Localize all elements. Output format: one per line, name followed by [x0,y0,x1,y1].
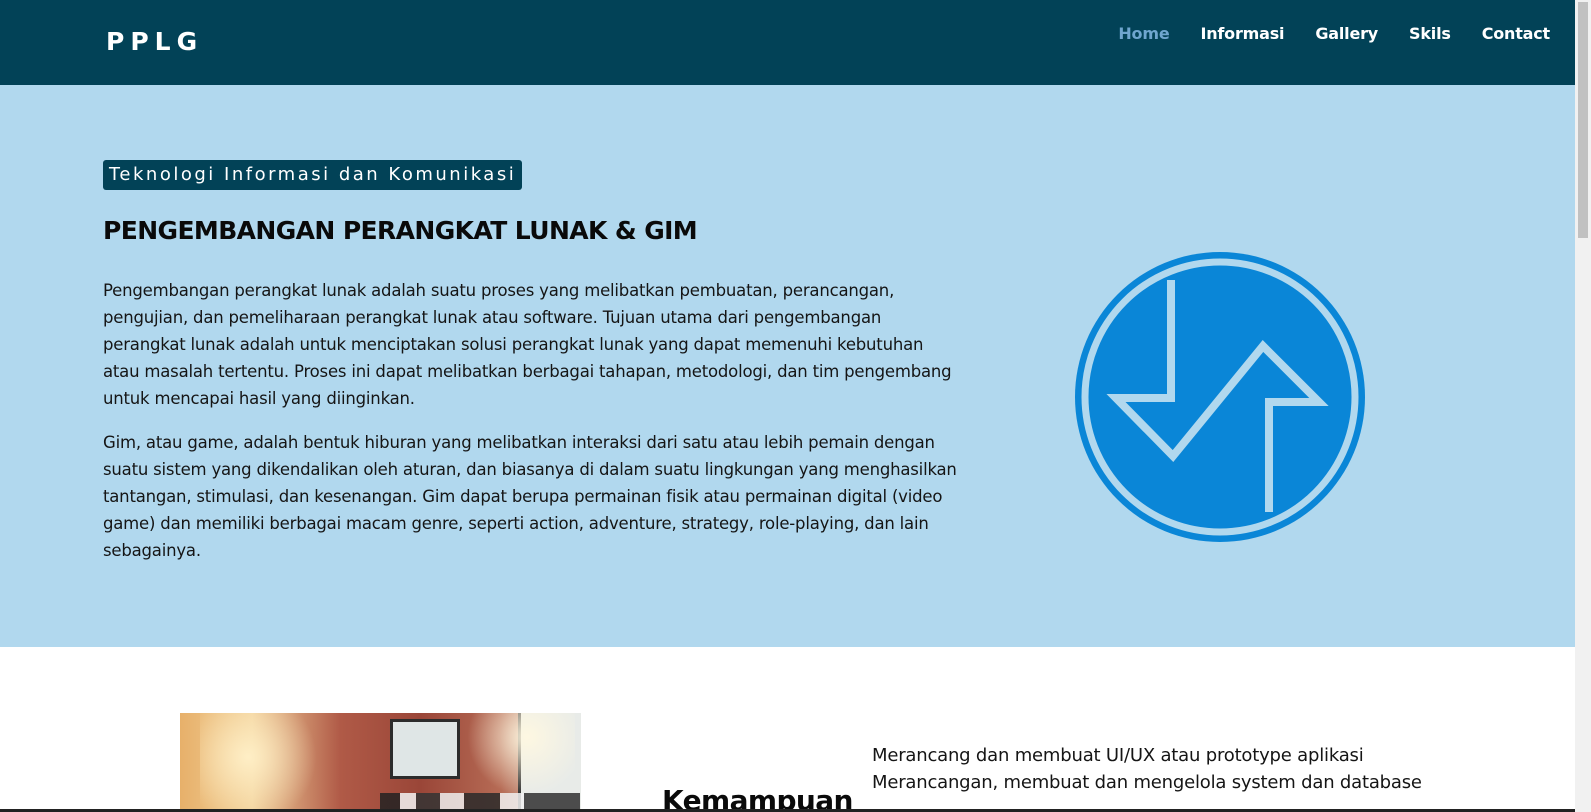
category-tag: Teknologi Informasi dan Komunikasi [103,160,523,190]
skills-section: Kemampuan Merancang dan membuat UI/UX at… [0,647,1575,812]
page: PPLG Home Informasi Gallery Skils Contac… [0,0,1575,812]
hero-paragraph-software: Pengembangan perangkat lunak adalah suat… [103,281,952,408]
classroom-photo [180,713,581,812]
navbar: PPLG Home Informasi Gallery Skils Contac… [0,0,1575,85]
scrollbar-thumb[interactable] [1578,2,1588,238]
main-nav: Home Informasi Gallery Skils Contact [1087,24,1550,43]
skill-item: Merancangan, membuat dan mengelola syste… [872,772,1422,793]
pplg-logo-icon [1075,252,1365,542]
nav-contact[interactable]: Contact [1451,24,1551,43]
skill-item: Merancang dan membuat UI/UX atau prototy… [872,745,1364,766]
nav-home[interactable]: Home [1087,24,1169,43]
nav-informasi[interactable]: Informasi [1169,24,1284,43]
nav-gallery[interactable]: Gallery [1284,24,1378,43]
hero-paragraph-game: Gim, atau game, adalah bentuk hiburan ya… [103,433,957,560]
hero-title: PENGEMBANGAN PERANGKAT LUNAK & GIM [103,216,698,245]
hero-description: Pengembangan perangkat lunak adalah suat… [103,277,963,581]
hero-section: Teknologi Informasi dan Komunikasi PENGE… [0,85,1575,647]
nav-skils[interactable]: Skils [1378,24,1451,43]
brand-logo[interactable]: PPLG [106,27,203,56]
vertical-scrollbar[interactable] [1575,0,1591,812]
skills-list: Merancang dan membuat UI/UX atau prototy… [872,742,1432,796]
skills-title: Kemampuan [662,784,853,812]
